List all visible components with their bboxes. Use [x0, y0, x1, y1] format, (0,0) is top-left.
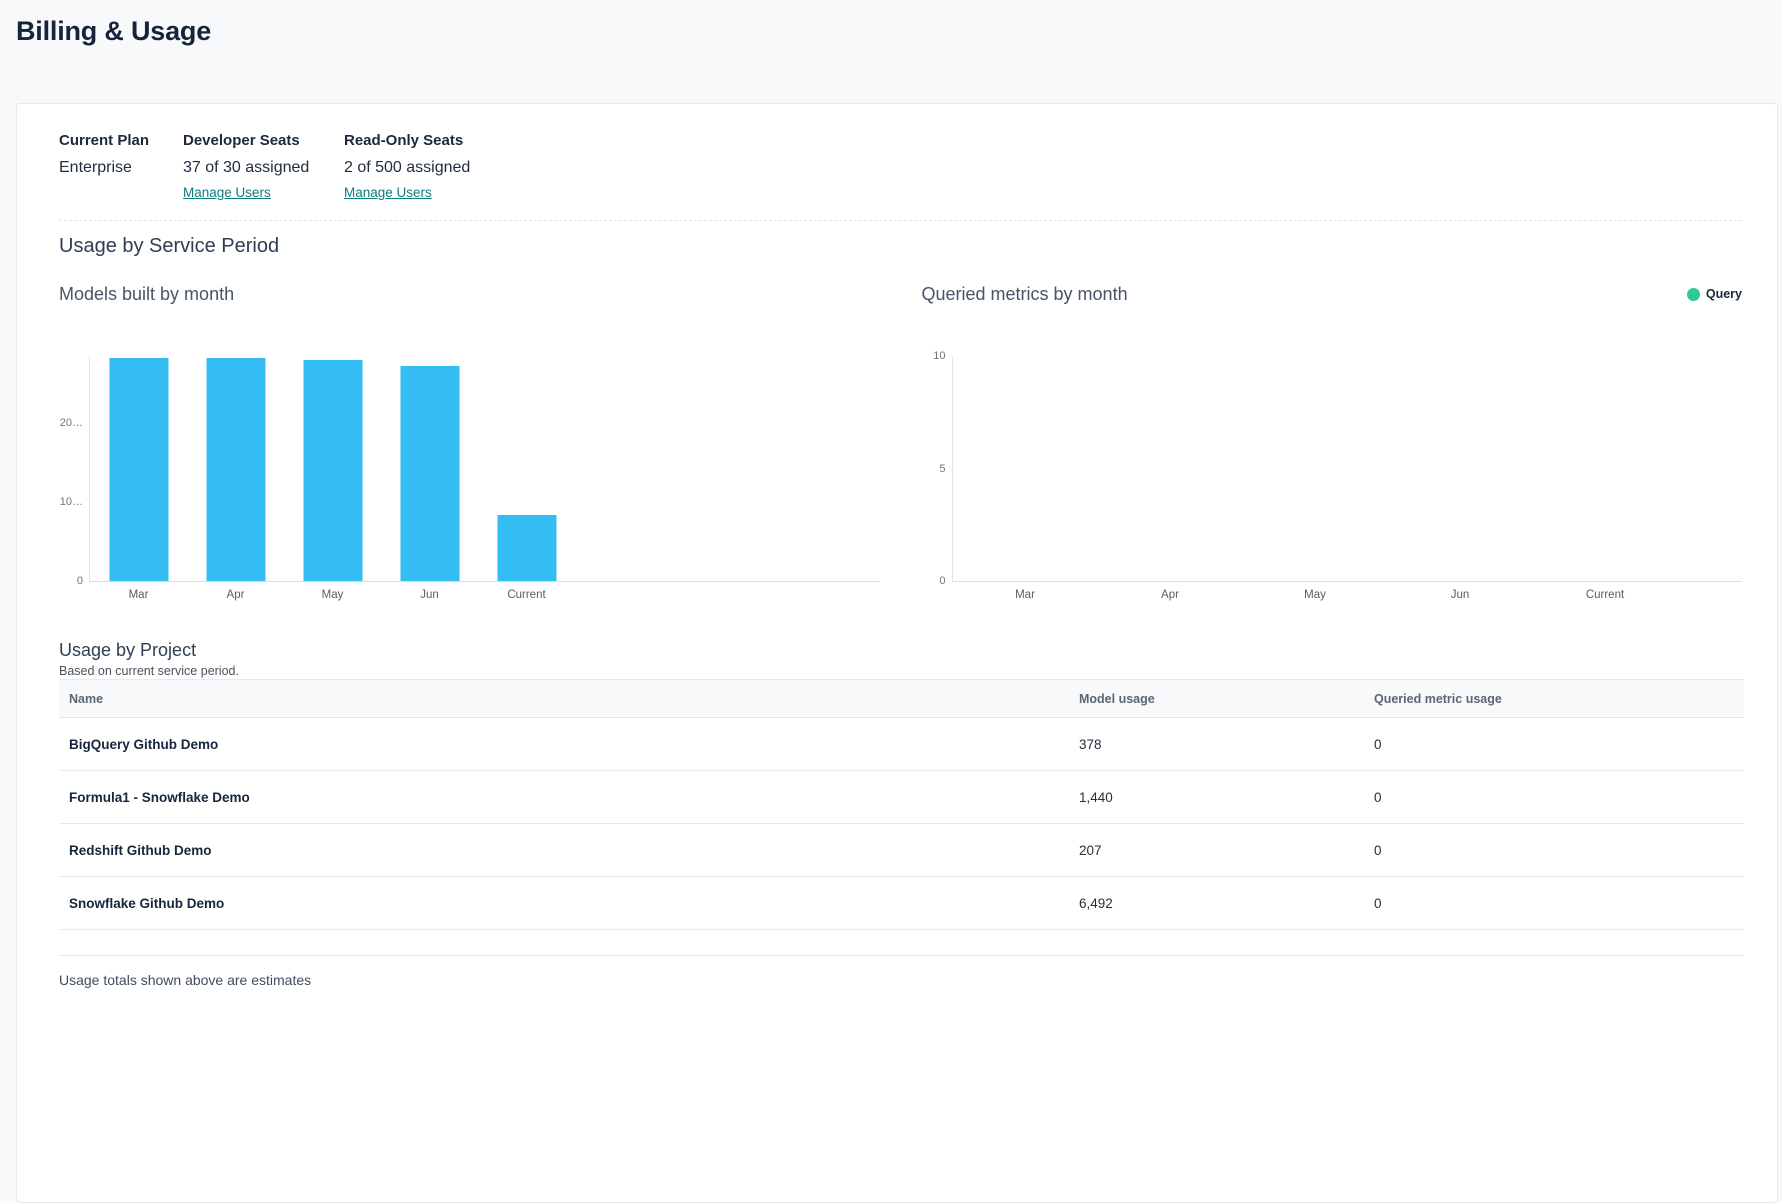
category-slot: Apr — [187, 356, 284, 581]
y-axis-tick-label: 20… — [60, 417, 83, 429]
category-slot: May — [1243, 356, 1388, 581]
chart-models-built: Models built by month 010…20… MarAprMayJ… — [59, 282, 880, 582]
category-slot: Jun — [1388, 356, 1533, 581]
chart-legend: Query — [1687, 287, 1742, 301]
table-header-name: Name — [59, 680, 1069, 718]
y-axis-tick-label: 5 — [939, 463, 945, 475]
section-usage-by-project: Usage by Project — [59, 640, 1742, 661]
x-axis-label: Current — [507, 589, 545, 601]
project-name-cell: BigQuery Github Demo — [59, 718, 1069, 771]
manage-users-link-developer[interactable]: Manage Users — [183, 185, 271, 200]
table-row: Redshift Github Demo2070 — [59, 824, 1744, 877]
table-empty-row — [59, 930, 1744, 956]
legend-dot — [1687, 288, 1700, 301]
plan-col-readonly-seats: Read-Only Seats 2 of 500 assigned Manage… — [344, 132, 470, 202]
current-plan-value: Enterprise — [59, 159, 183, 177]
legend-item-query[interactable]: Query — [1687, 287, 1742, 301]
x-axis-label: Mar — [129, 589, 149, 601]
chart-plot-area: 0510 MarAprMayJunCurrent — [952, 356, 1743, 582]
model-usage-cell: 378 — [1069, 718, 1364, 771]
y-axis-tick-label: 10 — [933, 350, 945, 362]
plan-summary: Current Plan Enterprise Developer Seats … — [59, 132, 1742, 202]
legend-label: Query — [1706, 287, 1742, 301]
bar-jun[interactable] — [400, 366, 459, 581]
page-title: Billing & Usage — [16, 16, 1782, 47]
developer-seats-label: Developer Seats — [183, 132, 344, 149]
x-axis-label: May — [322, 589, 344, 601]
category-slot: Mar — [90, 356, 187, 581]
x-axis: MarAprMayJunCurrent — [953, 356, 1678, 581]
table-header-queried-metric-usage: Queried metric usage — [1364, 680, 1744, 718]
x-axis-label: Jun — [1451, 589, 1470, 601]
x-axis-label: Jun — [420, 589, 439, 601]
bar-mar[interactable] — [109, 358, 168, 581]
project-name-cell: Snowflake Github Demo — [59, 877, 1069, 930]
usage-by-project-subtitle: Based on current service period. — [59, 664, 1742, 678]
developer-seats-value: 37 of 30 assigned — [183, 159, 344, 177]
queried-usage-cell: 0 — [1364, 877, 1744, 930]
model-usage-cell: 1,440 — [1069, 771, 1364, 824]
y-axis-tick-label: 10… — [60, 496, 83, 508]
section-divider — [59, 220, 1742, 221]
y-axis-tick-label: 0 — [939, 575, 945, 587]
usage-footnote: Usage totals shown above are estimates — [59, 972, 1742, 988]
table-row: Snowflake Github Demo6,4920 — [59, 877, 1744, 930]
x-axis-label: Apr — [227, 589, 245, 601]
bar-may[interactable] — [303, 360, 362, 581]
empty-cell — [59, 930, 1744, 956]
bar-current[interactable] — [497, 515, 556, 581]
usage-table: Name Model usage Queried metric usage Bi… — [59, 679, 1744, 956]
category-slot: Jun — [381, 356, 478, 581]
chart-plot-area: 010…20… MarAprMayJunCurrent — [89, 356, 880, 582]
table-header-row: Name Model usage Queried metric usage — [59, 680, 1744, 718]
queried-usage-cell: 0 — [1364, 824, 1744, 877]
charts-row: Models built by month 010…20… MarAprMayJ… — [59, 282, 1742, 582]
x-axis-label: Apr — [1161, 589, 1179, 601]
category-slot: May — [284, 356, 381, 581]
plan-col-developer-seats: Developer Seats 37 of 30 assigned Manage… — [183, 132, 344, 202]
chart-title-queried-metrics: Queried metrics by month — [922, 284, 1128, 305]
category-slot: Current — [478, 356, 575, 581]
table-header-model-usage: Model usage — [1069, 680, 1364, 718]
table-row: Formula1 - Snowflake Demo1,4400 — [59, 771, 1744, 824]
project-name-cell: Formula1 - Snowflake Demo — [59, 771, 1069, 824]
billing-card: Current Plan Enterprise Developer Seats … — [16, 103, 1778, 1203]
y-axis-tick-label: 0 — [77, 575, 83, 587]
x-axis-label: Current — [1586, 589, 1624, 601]
usage-table-body: BigQuery Github Demo3780Formula1 - Snowf… — [59, 718, 1744, 956]
x-axis-label: May — [1304, 589, 1326, 601]
current-plan-label: Current Plan — [59, 132, 183, 149]
plan-col-current-plan: Current Plan Enterprise — [59, 132, 183, 202]
table-row: BigQuery Github Demo3780 — [59, 718, 1744, 771]
x-axis: MarAprMayJunCurrent — [90, 356, 575, 581]
model-usage-cell: 207 — [1069, 824, 1364, 877]
category-slot: Current — [1533, 356, 1678, 581]
readonly-seats-value: 2 of 500 assigned — [344, 159, 470, 177]
queried-usage-cell: 0 — [1364, 718, 1744, 771]
category-slot: Mar — [953, 356, 1098, 581]
section-usage-by-service-period: Usage by Service Period — [59, 235, 1742, 258]
readonly-seats-label: Read-Only Seats — [344, 132, 470, 149]
bar-apr[interactable] — [206, 358, 265, 581]
chart-title-models-built: Models built by month — [59, 284, 234, 305]
queried-usage-cell: 0 — [1364, 771, 1744, 824]
project-name-cell: Redshift Github Demo — [59, 824, 1069, 877]
category-slot: Apr — [1098, 356, 1243, 581]
model-usage-cell: 6,492 — [1069, 877, 1364, 930]
manage-users-link-readonly[interactable]: Manage Users — [344, 185, 432, 200]
chart-queried-metrics: Queried metrics by month Query 0510 MarA… — [922, 282, 1743, 582]
x-axis-label: Mar — [1015, 589, 1035, 601]
